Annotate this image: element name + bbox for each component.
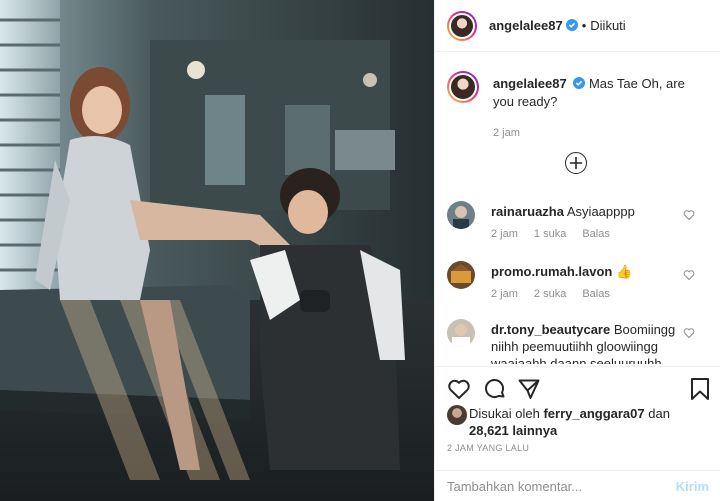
caption-body: angelalee87 Mas Tae Oh, are you ready? 2…	[493, 75, 708, 142]
liker-avatar[interactable]	[447, 405, 467, 425]
caption-username[interactable]: angelalee87	[493, 76, 567, 91]
heart-icon[interactable]	[447, 377, 471, 404]
author-avatar-image	[449, 12, 475, 39]
author-username[interactable]: angelalee87	[489, 18, 563, 33]
likes-count-link[interactable]: 28,621 lainnya	[469, 423, 557, 438]
commenter-avatar[interactable]	[447, 319, 475, 347]
action-bar	[435, 366, 720, 410]
likes-prefix: Disukai oleh	[469, 406, 540, 421]
comment-meta: 2 jam 2 suka Balas	[491, 288, 610, 300]
comments-list[interactable]: angelalee87 Mas Tae Oh, are you ready? 2…	[435, 53, 720, 364]
comment-body: dr.tony_beautycare Boomiingg niihh peemu…	[491, 321, 687, 364]
comment-likes[interactable]: 2 suka	[534, 288, 566, 300]
comment-input[interactable]	[447, 478, 667, 494]
verified-icon	[565, 18, 578, 34]
caption-avatar-image	[449, 73, 477, 101]
verified-icon	[573, 76, 586, 93]
plus-circle-icon	[570, 157, 582, 169]
post-side-panel: angelalee87 • Diikuti angelalee87 Mas Ta…	[434, 0, 720, 501]
heart-icon[interactable]	[683, 208, 695, 224]
comment-body: rainaruazha Asyiaapppp	[491, 203, 687, 220]
comment-text: Asyiaapppp	[566, 204, 635, 219]
comment-meta: 2 jam 1 suka Balas	[491, 228, 610, 240]
comment-text: 👍	[615, 264, 633, 279]
author-avatar[interactable]	[447, 10, 477, 41]
comment-item: dr.tony_beautycare Boomiingg niihh peemu…	[447, 319, 717, 364]
comment-likes[interactable]: 1 suka	[534, 228, 566, 240]
comment-time[interactable]: 2 jam	[491, 288, 518, 300]
post-comment-button[interactable]: Kirim	[676, 479, 709, 494]
heart-icon[interactable]	[683, 268, 695, 284]
share-icon[interactable]	[517, 377, 541, 404]
likes-text: Disukai oleh ferry_anggara07 dan 28,621 …	[469, 405, 709, 439]
likes-middle: dan	[648, 406, 670, 421]
comment-item: rainaruazha Asyiaapppp 2 jam 1 suka Bala…	[447, 201, 717, 245]
bookmark-icon[interactable]	[689, 377, 711, 404]
reply-button[interactable]: Balas	[582, 228, 610, 240]
comment-body: promo.rumah.lavon 👍	[491, 263, 687, 280]
comment-icon[interactable]	[483, 377, 507, 404]
heart-icon[interactable]	[683, 326, 695, 342]
commenter-avatar[interactable]	[447, 201, 475, 229]
caption-avatar[interactable]	[447, 71, 479, 103]
reply-button[interactable]: Balas	[582, 288, 610, 300]
separator-dot: •	[581, 18, 587, 33]
liker-username[interactable]: ferry_anggara07	[543, 406, 644, 421]
post-photo-illustration	[0, 0, 434, 501]
author-info: angelalee87 • Diikuti	[489, 18, 626, 34]
comment-composer: Kirim	[435, 470, 720, 501]
post-timestamp[interactable]: 2 JAM YANG LALU	[447, 443, 529, 453]
post-header: angelalee87 • Diikuti	[435, 0, 720, 52]
comment-username[interactable]: rainaruazha	[491, 204, 564, 219]
follow-status-button[interactable]: Diikuti	[590, 18, 625, 33]
comment-time[interactable]: 2 jam	[491, 228, 518, 240]
comment-username[interactable]: dr.tony_beautycare	[491, 322, 610, 337]
comment-username[interactable]: promo.rumah.lavon	[491, 264, 612, 279]
comment-item: promo.rumah.lavon 👍 2 jam 2 suka Balas	[447, 261, 717, 305]
commenter-avatar[interactable]	[447, 261, 475, 289]
post-photo[interactable]	[0, 0, 434, 501]
load-more-comments-button[interactable]	[565, 152, 587, 174]
caption-time: 2 jam	[493, 127, 520, 140]
